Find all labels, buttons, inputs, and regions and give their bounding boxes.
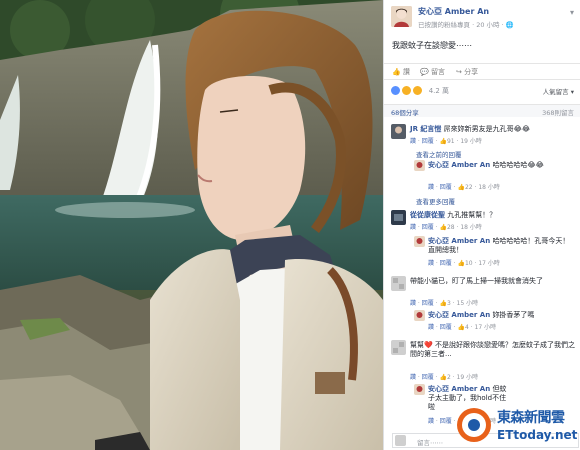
commenter-avatar[interactable] (414, 236, 425, 247)
comment-meta: 讚 · 回覆 · 👍4 · 17 小時 (428, 324, 497, 331)
commenter-avatar[interactable] (391, 276, 406, 291)
comment-button[interactable]: 💬 留言 (420, 67, 445, 77)
commenter-avatar[interactable] (414, 384, 425, 395)
post-photo[interactable] (0, 0, 383, 450)
comment-meta: 讚 · 回覆 · 👍28 · 18 小時 (410, 224, 482, 231)
share-button[interactable]: ↪ 分享 (456, 67, 478, 77)
commenter-avatar[interactable] (391, 124, 406, 139)
comment-meta: 讚 · 回覆 · 👍3 · 15 小時 (410, 300, 479, 307)
comment-text: 從從康從聖 九孔推幫幫！？ (410, 211, 497, 219)
like-reaction-icon (390, 85, 401, 96)
viewer-avatar (395, 435, 406, 446)
ettoday-watermark: 東森新聞雲 ETtoday.net (457, 402, 577, 448)
like-button[interactable]: 👍 讚 (392, 67, 410, 77)
post-actions: 👍 讚 💬 留言 ↪ 分享 (384, 63, 580, 80)
comment-panel: 安心亞 Amber An 已按讚的粉絲專頁 · 20 小時 · 🌐 ▾ 我跟蚊子… (384, 0, 580, 450)
shares-bar: 68個分享 368則留言 (384, 104, 580, 117)
reaction-count: 4.2 萬 (428, 86, 450, 95)
post-text: 我跟蚊子在談戀愛⋯⋯ (392, 41, 472, 50)
view-more-replies[interactable]: 查看更多回覆 (416, 196, 455, 206)
watermark-en: ETtoday.net (497, 428, 578, 442)
post-subtitle: 已按讚的粉絲專頁 · 20 小時 · 🌐 (418, 21, 514, 29)
shares-link[interactable]: 68個分享 (391, 107, 419, 117)
comment-input-placeholder: 留言⋯⋯ (417, 439, 443, 447)
post-author[interactable]: 安心亞 Amber An (418, 6, 489, 17)
comment-meta: 讚 · 回覆 · 👍22 · 18 小時 (428, 184, 500, 191)
comment-text: JR 紀言愷 屌來妳新男友是九孔哥😂😂 (410, 125, 531, 133)
view-previous-replies[interactable]: 查看之前的回覆 (416, 149, 462, 159)
comments-count: 368則留言 (542, 109, 574, 117)
comment-text: 安心亞 Amber An 哈哈哈哈哈！孔哥今天！直開總我！ (428, 237, 570, 254)
comment-meta: 讚 · 回覆 · 👍91 · 19 小時 (410, 138, 482, 145)
commenter-avatar[interactable] (414, 160, 425, 171)
author-avatar[interactable] (391, 6, 412, 27)
commenter-avatar[interactable] (391, 210, 406, 225)
comment-text: 安心亞 Amber An 哈哈哈哈哈😂😂 (428, 161, 544, 169)
comment-text: 帶能小貓已，盯了馬上掃一掃我就會消失了 (410, 277, 543, 285)
comment-text: 安心亞 Amber An 妳掛香茅了嗎 (428, 311, 535, 319)
comment-meta: 讚 · 回覆 · 👍10 · 17 小時 (428, 260, 500, 267)
commenter-avatar[interactable] (391, 340, 406, 355)
watermark-cn: 東森新聞雲 (497, 410, 565, 426)
sort-dropdown[interactable]: 人氣留言 ▾ (543, 86, 574, 96)
chevron-down-icon[interactable]: ▾ (570, 8, 574, 17)
comment-text: 幫幫❤️ 不是說好跟你談戀愛嗎？怎麼蚊子成了我們之間的第三者... (410, 341, 575, 358)
haha-reaction-icon (401, 85, 413, 96)
wow-reaction-icon (412, 85, 424, 96)
comment-meta: 讚 · 回覆 · 👍2 · 19 小時 (410, 374, 479, 381)
commenter-avatar[interactable] (414, 310, 425, 321)
post-header: 安心亞 Amber An 已按讚的粉絲專頁 · 20 小時 · 🌐 ▾ (384, 0, 580, 34)
reaction-summary[interactable]: 4.2 萬 (390, 85, 449, 97)
